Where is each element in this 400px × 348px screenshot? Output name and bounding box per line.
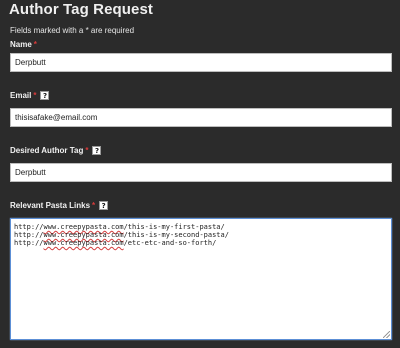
pasta-link-line: http://www.creepypasta.com/etc-etc-and-s…: [14, 239, 217, 247]
pasta-links-label-row: Relevant Pasta Links * ?: [10, 201, 109, 210]
required-marker: *: [33, 40, 37, 49]
pasta-link-line: http://www.creepypasta.com/this-is-my-se…: [14, 231, 229, 239]
pasta-links-help-icon[interactable]: ?: [99, 201, 109, 210]
form-title: Author Tag Request: [9, 1, 154, 18]
pasta-links-label: Relevant Pasta Links: [10, 201, 91, 210]
required-marker: *: [92, 201, 96, 210]
required-marker: *: [33, 91, 37, 100]
pasta-link-line: http://www.creepypasta.com/this-is-my-fi…: [14, 223, 225, 231]
email-label-row: Email * ?: [10, 91, 50, 100]
email-field[interactable]: [10, 108, 392, 127]
required-marker: *: [85, 146, 89, 155]
email-label: Email: [10, 91, 32, 100]
author-tag-field[interactable]: [10, 163, 392, 182]
author-tag-label: Desired Author Tag: [10, 146, 84, 155]
name-label: Name: [10, 40, 32, 49]
name-field[interactable]: [10, 53, 392, 72]
name-label-row: Name *: [10, 40, 37, 49]
email-help-icon[interactable]: ?: [40, 91, 50, 100]
required-fields-note: Fields marked with a * are required: [10, 26, 135, 35]
author-tag-help-icon[interactable]: ?: [92, 146, 102, 155]
textarea-resize-handle[interactable]: [383, 331, 390, 338]
pasta-links-textarea[interactable]: http://www.creepypasta.com/this-is-my-fi…: [10, 218, 392, 340]
author-tag-label-row: Desired Author Tag * ?: [10, 146, 102, 155]
